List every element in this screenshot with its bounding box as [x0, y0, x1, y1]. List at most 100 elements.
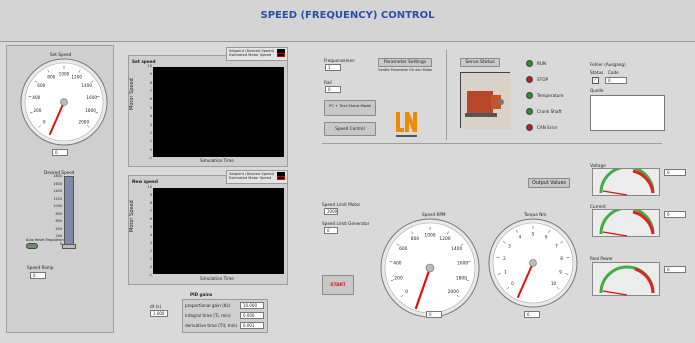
- speed-rpm-gauge-tick: 1800: [456, 276, 467, 282]
- pid-row-label: integral time (Ti, min): [185, 313, 231, 318]
- torque-gauge-tick: 9: [559, 269, 562, 274]
- legend-estimated-swatch: [277, 53, 285, 57]
- servo-status-button[interactable]: Servo Status: [460, 58, 500, 67]
- speed-limit-motor-label: Speed Limit Motor: [322, 202, 361, 207]
- plot-ytick: 3: [149, 122, 152, 127]
- torque-gauge: 0 1 2 3 4 5 6 7 8 9 10: [488, 218, 578, 308]
- desired-speed-slider-thumb[interactable]: [62, 244, 76, 249]
- speed-rpm-label: Speed RPM: [422, 212, 446, 217]
- plot-ytick: 9: [149, 72, 152, 77]
- divider: [446, 50, 447, 140]
- status-led-icon: [526, 108, 533, 115]
- real-power-meter-dial: [599, 265, 655, 296]
- plot-ytick: 4: [149, 114, 152, 119]
- current-value: 0: [664, 211, 686, 218]
- speed-rpm-gauge-tick: 600: [399, 246, 408, 252]
- servo-led-row: CAN Error: [526, 124, 557, 131]
- set-speed-gauge-label: Set Speed: [50, 52, 72, 57]
- plot-ytick: -1: [148, 156, 152, 160]
- speed-rpm-gauge-dial: 0 200 400 600800 1000 12001400 1600 1800 2000: [380, 218, 480, 318]
- torque-label: Torque Nm: [524, 212, 547, 217]
- plot-ytick: 6: [149, 217, 152, 221]
- status-led-icon: [526, 60, 533, 67]
- fehler-status-check[interactable]: ✓: [592, 77, 599, 84]
- plot-ytick: 6: [149, 97, 152, 102]
- set-speed-gauge-tick: 800: [47, 75, 55, 80]
- mode-select[interactable]: PC + Test Stand Mode: [324, 100, 376, 116]
- new-speed-plot-xlabel: Simulation Time: [200, 276, 234, 281]
- plot-ytick: 8: [149, 201, 152, 205]
- fehler-quelle-textbox[interactable]: [590, 95, 665, 131]
- auto-reset-label: Auto Reset Regulation: [26, 238, 64, 242]
- plot-ytick: 7: [149, 209, 152, 213]
- control-select[interactable]: Speed Control: [324, 122, 376, 136]
- new-speed-plot-title: New speed: [132, 179, 158, 184]
- status-led-label: CAN Error: [537, 125, 558, 130]
- speed-ramp-input[interactable]: 0: [30, 272, 46, 279]
- speed-limit-motor-input[interactable]: 2000: [324, 208, 338, 215]
- rail-label: Rail: [324, 80, 332, 85]
- plot-ytick: 4: [149, 233, 152, 237]
- speed-limit-generator-input[interactable]: 0: [324, 227, 338, 234]
- slider-tick: 1400: [53, 189, 62, 194]
- torque-gauge-tick: 2: [503, 256, 506, 261]
- parameter-caption: Geräte Parameter für den Motor: [378, 68, 433, 72]
- auto-reset-toggle[interactable]: [26, 243, 38, 249]
- speed-rpm-gauge-tick: 200: [394, 276, 403, 282]
- speed-rpm-gauge-tick: 1600: [457, 260, 468, 266]
- slider-tick: 0: [59, 242, 62, 246]
- speed-rpm-gauge-tick: 400: [393, 260, 402, 266]
- set-speed-gauge-tick: 600: [37, 83, 45, 88]
- speed-rpm-gauge-tick: 1400: [451, 246, 462, 252]
- ln-logo-graphic: [396, 112, 417, 137]
- torque-gauge-tick: 7: [555, 243, 558, 248]
- servo-motor-graphic: [461, 73, 511, 129]
- set-speed-gauge-tick: 1800: [85, 108, 96, 113]
- status-led-label: Temperature: [537, 93, 564, 98]
- set-speed-gauge-dial: 0 200 400 600800 10001200 1400 1600 1800 2000: [20, 58, 108, 146]
- output-values-button[interactable]: Output Values: [528, 178, 570, 188]
- desired-speed-slider[interactable]: [64, 176, 74, 246]
- status-led-label: Crank Shaft: [537, 109, 562, 114]
- plot-ytick: 8: [149, 80, 152, 85]
- plot-ytick: 10: [147, 185, 152, 189]
- rail-input[interactable]: 0: [325, 86, 341, 93]
- servo-motor-image: [460, 72, 511, 129]
- slider-tick: 1000: [53, 204, 62, 209]
- plot-ytick: 5: [149, 105, 152, 110]
- pid-dt-input[interactable]: 1.000: [150, 310, 168, 317]
- plot-ytick: 2: [149, 249, 152, 253]
- status-led-label: RUN: [537, 61, 547, 66]
- speed-rpm-gauge-tick: 1000: [424, 233, 435, 239]
- page-title: SPEED (FREQUENCY) CONTROL: [260, 10, 435, 21]
- real-power-label: Real Power: [590, 256, 614, 261]
- set-speed-gauge-tick: 0: [43, 119, 46, 124]
- set-speed-plot-xlabel: Simulation Time: [200, 158, 234, 163]
- legend-estimated-swatch: [277, 176, 285, 180]
- new-speed-plot-ylabel: Motor Speed: [129, 200, 135, 232]
- new-speed-plot-area: [153, 188, 284, 274]
- fehler-code-input[interactable]: 0: [605, 77, 627, 84]
- plot-ytick: 9: [149, 193, 152, 197]
- torque-gauge-tick: 6: [545, 235, 548, 240]
- plot-ytick: 10: [147, 64, 152, 68]
- pid-ti-input[interactable]: 0.000: [240, 312, 264, 319]
- fehler-quelle-label: Quelle: [590, 88, 604, 93]
- title-bar: [0, 0, 695, 42]
- parameter-settings-button[interactable]: Parameter Settings: [378, 58, 432, 67]
- pid-td-input[interactable]: 0.001: [240, 322, 264, 329]
- torque-gauge-tick: 5: [532, 232, 535, 237]
- servo-led-row: RUN: [526, 60, 546, 67]
- plot-ytick: 2: [149, 130, 152, 135]
- speed-ramp-label: Speed Ramp: [27, 265, 54, 270]
- divider: [322, 143, 662, 144]
- start-button[interactable]: START: [322, 275, 354, 295]
- frequency-input[interactable]: 1: [325, 64, 341, 71]
- torque-gauge-tick: 0: [511, 281, 514, 286]
- voltage-meter: [592, 165, 660, 196]
- status-led-icon: [526, 124, 533, 131]
- ln-logo: [394, 110, 418, 140]
- frequency-label: Frequenzeinen: [324, 58, 355, 63]
- slider-tick: 600: [55, 219, 62, 224]
- pid-kc-input[interactable]: 10.000: [240, 302, 264, 309]
